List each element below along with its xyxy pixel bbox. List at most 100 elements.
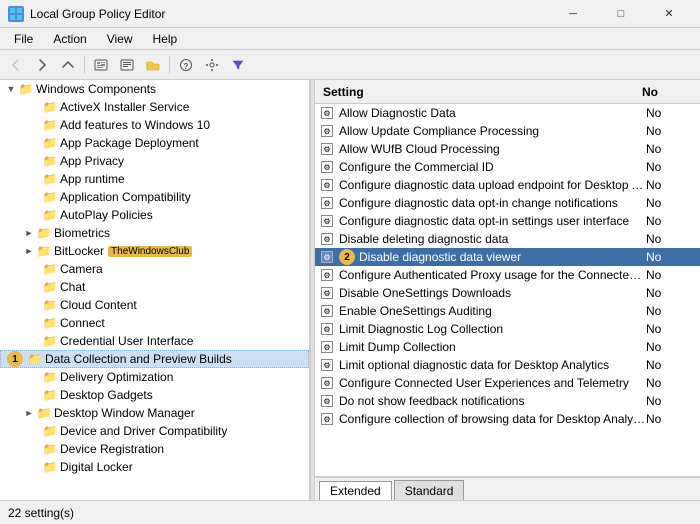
right-item-limit-log[interactable]: ⚙ Limit Diagnostic Log Collection No bbox=[315, 320, 700, 338]
right-item-commercial-id[interactable]: ⚙ Configure the Commercial ID No bbox=[315, 158, 700, 176]
maximize-button[interactable]: □ bbox=[598, 4, 644, 24]
menu-help[interactable]: Help bbox=[145, 30, 186, 48]
state-column-header: No bbox=[642, 85, 692, 99]
right-item-state: No bbox=[646, 250, 696, 264]
right-item-upload-endpoint[interactable]: ⚙ Configure diagnostic data upload endpo… bbox=[315, 176, 700, 194]
tab-extended[interactable]: Extended bbox=[319, 481, 392, 500]
tree-label: App Privacy bbox=[60, 154, 124, 168]
tree-item-data-collection[interactable]: 1 📁 Data Collection and Preview Builds bbox=[0, 350, 309, 368]
toolbar: ? bbox=[0, 50, 700, 80]
left-pane[interactable]: ▼ 📁 Windows Components 📁 ActiveX Install… bbox=[0, 80, 310, 500]
right-pane-header: Setting No bbox=[315, 80, 700, 104]
right-item-telemetry[interactable]: ⚙ Configure Connected User Experiences a… bbox=[315, 374, 700, 392]
setting-icon-4: ⚙ bbox=[319, 160, 335, 174]
right-item-label: Disable diagnostic data viewer bbox=[359, 250, 646, 264]
right-pane[interactable]: Setting No ⚙ Allow Diagnostic Data No ⚙ … bbox=[315, 80, 700, 500]
settings-button[interactable] bbox=[200, 54, 224, 76]
tree-item-add-features[interactable]: 📁 Add features to Windows 10 bbox=[0, 116, 309, 134]
right-item-allow-wufb[interactable]: ⚙ Allow WUfB Cloud Processing No bbox=[315, 140, 700, 158]
setting-icon-11: ⚙ bbox=[319, 286, 335, 300]
right-item-enable-auditing[interactable]: ⚙ Enable OneSettings Auditing No bbox=[315, 302, 700, 320]
tree-label: Add features to Windows 10 bbox=[60, 118, 210, 132]
tree-item-desktop-gadgets[interactable]: 📁 Desktop Gadgets bbox=[0, 386, 309, 404]
right-item-change-notifications[interactable]: ⚙ Configure diagnostic data opt-in chang… bbox=[315, 194, 700, 212]
tree-item-biometrics[interactable]: ► 📁 Biometrics bbox=[0, 224, 309, 242]
folder-open-button[interactable] bbox=[141, 54, 165, 76]
setting-column-header: Setting bbox=[323, 85, 642, 99]
tabs-bar: Extended Standard bbox=[315, 476, 700, 500]
right-item-limit-optional[interactable]: ⚙ Limit optional diagnostic data for Des… bbox=[315, 356, 700, 374]
menu-view[interactable]: View bbox=[99, 30, 141, 48]
forward-button[interactable] bbox=[30, 54, 54, 76]
right-item-feedback[interactable]: ⚙ Do not show feedback notifications No bbox=[315, 392, 700, 410]
expand-icon: ▼ bbox=[4, 82, 18, 96]
tree-item-device-registration[interactable]: 📁 Device Registration bbox=[0, 440, 309, 458]
expand-icon bbox=[28, 136, 42, 150]
tree-item-bitlocker[interactable]: ► 📁 BitLocker TheWindowsClub bbox=[0, 242, 309, 260]
tree-item-autoplay[interactable]: 📁 AutoPlay Policies bbox=[0, 206, 309, 224]
tree-item-device-driver[interactable]: 📁 Device and Driver Compatibility bbox=[0, 422, 309, 440]
properties-button[interactable] bbox=[115, 54, 139, 76]
expand-icon bbox=[28, 316, 42, 330]
tree-label: App runtime bbox=[60, 172, 125, 186]
right-item-label: Limit Diagnostic Log Collection bbox=[339, 322, 646, 336]
tree-item-windows-components[interactable]: ▼ 📁 Windows Components bbox=[0, 80, 309, 98]
tree-item-app-runtime[interactable]: 📁 App runtime bbox=[0, 170, 309, 188]
tree-item-app-privacy[interactable]: 📁 App Privacy bbox=[0, 152, 309, 170]
up-button[interactable] bbox=[56, 54, 80, 76]
right-item-limit-dump[interactable]: ⚙ Limit Dump Collection No bbox=[315, 338, 700, 356]
tree-item-chat[interactable]: 📁 Chat bbox=[0, 278, 309, 296]
expand-icon bbox=[28, 100, 42, 114]
tree-item-camera[interactable]: 📁 Camera bbox=[0, 260, 309, 278]
right-item-disable-viewer[interactable]: ⚙ 2 Disable diagnostic data viewer No bbox=[315, 248, 700, 266]
help-button[interactable]: ? bbox=[174, 54, 198, 76]
expand-icon bbox=[28, 334, 42, 348]
right-item-settings-ui[interactable]: ⚙ Configure diagnostic data opt-in setti… bbox=[315, 212, 700, 230]
right-item-state: No bbox=[646, 160, 696, 174]
right-item-allow-diagnostic[interactable]: ⚙ Allow Diagnostic Data No bbox=[315, 104, 700, 122]
back-button[interactable] bbox=[4, 54, 28, 76]
folder-icon: 📁 bbox=[36, 406, 52, 420]
tree-item-cloud-content[interactable]: 📁 Cloud Content bbox=[0, 296, 309, 314]
tree-label: Cloud Content bbox=[60, 298, 137, 312]
expand-icon bbox=[28, 154, 42, 168]
tree-item-delivery-opt[interactable]: 📁 Delivery Optimization bbox=[0, 368, 309, 386]
folder-icon: 📁 bbox=[42, 262, 58, 276]
right-item-disable-deleting[interactable]: ⚙ Disable deleting diagnostic data No bbox=[315, 230, 700, 248]
tree-label: Device Registration bbox=[60, 442, 164, 456]
tree-item-app-package[interactable]: 📁 App Package Deployment bbox=[0, 134, 309, 152]
setting-icon-3: ⚙ bbox=[319, 142, 335, 156]
setting-icon-15: ⚙ bbox=[319, 358, 335, 372]
tree-label: Desktop Gadgets bbox=[60, 388, 153, 402]
right-item-label: Configure Authenticated Proxy usage for … bbox=[339, 268, 646, 282]
minimize-button[interactable]: ─ bbox=[550, 4, 596, 24]
number-badge-1: 1 bbox=[7, 351, 23, 367]
right-item-state: No bbox=[646, 124, 696, 138]
filter-button[interactable] bbox=[226, 54, 250, 76]
right-item-browsing-data[interactable]: ⚙ Configure collection of browsing data … bbox=[315, 410, 700, 428]
folder-icon: 📁 bbox=[42, 442, 58, 456]
expand-icon bbox=[28, 442, 42, 456]
tree-item-desktop-wm[interactable]: ► 📁 Desktop Window Manager bbox=[0, 404, 309, 422]
close-button[interactable]: ✕ bbox=[646, 4, 692, 24]
expand-icon bbox=[28, 424, 42, 438]
right-item-disable-onesettings[interactable]: ⚙ Disable OneSettings Downloads No bbox=[315, 284, 700, 302]
menu-file[interactable]: File bbox=[6, 30, 41, 48]
tree-item-app-compat[interactable]: 📁 Application Compatibility bbox=[0, 188, 309, 206]
right-item-auth-proxy[interactable]: ⚙ Configure Authenticated Proxy usage fo… bbox=[315, 266, 700, 284]
right-item-state: No bbox=[646, 142, 696, 156]
right-item-allow-update[interactable]: ⚙ Allow Update Compliance Processing No bbox=[315, 122, 700, 140]
tree-label: ActiveX Installer Service bbox=[60, 100, 189, 114]
menu-action[interactable]: Action bbox=[45, 30, 94, 48]
tree-item-credential[interactable]: 📁 Credential User Interface bbox=[0, 332, 309, 350]
setting-icon-10: ⚙ bbox=[319, 268, 335, 282]
expand-icon bbox=[28, 298, 42, 312]
tree-label: Biometrics bbox=[54, 226, 110, 240]
tree-item-activex[interactable]: 📁 ActiveX Installer Service bbox=[0, 98, 309, 116]
folder-icon: 📁 bbox=[42, 298, 58, 312]
browse-button[interactable] bbox=[89, 54, 113, 76]
tree-item-connect[interactable]: 📁 Connect bbox=[0, 314, 309, 332]
right-item-state: No bbox=[646, 232, 696, 246]
tree-item-digital-locker[interactable]: 📁 Digital Locker bbox=[0, 458, 309, 476]
tab-standard[interactable]: Standard bbox=[394, 480, 465, 500]
